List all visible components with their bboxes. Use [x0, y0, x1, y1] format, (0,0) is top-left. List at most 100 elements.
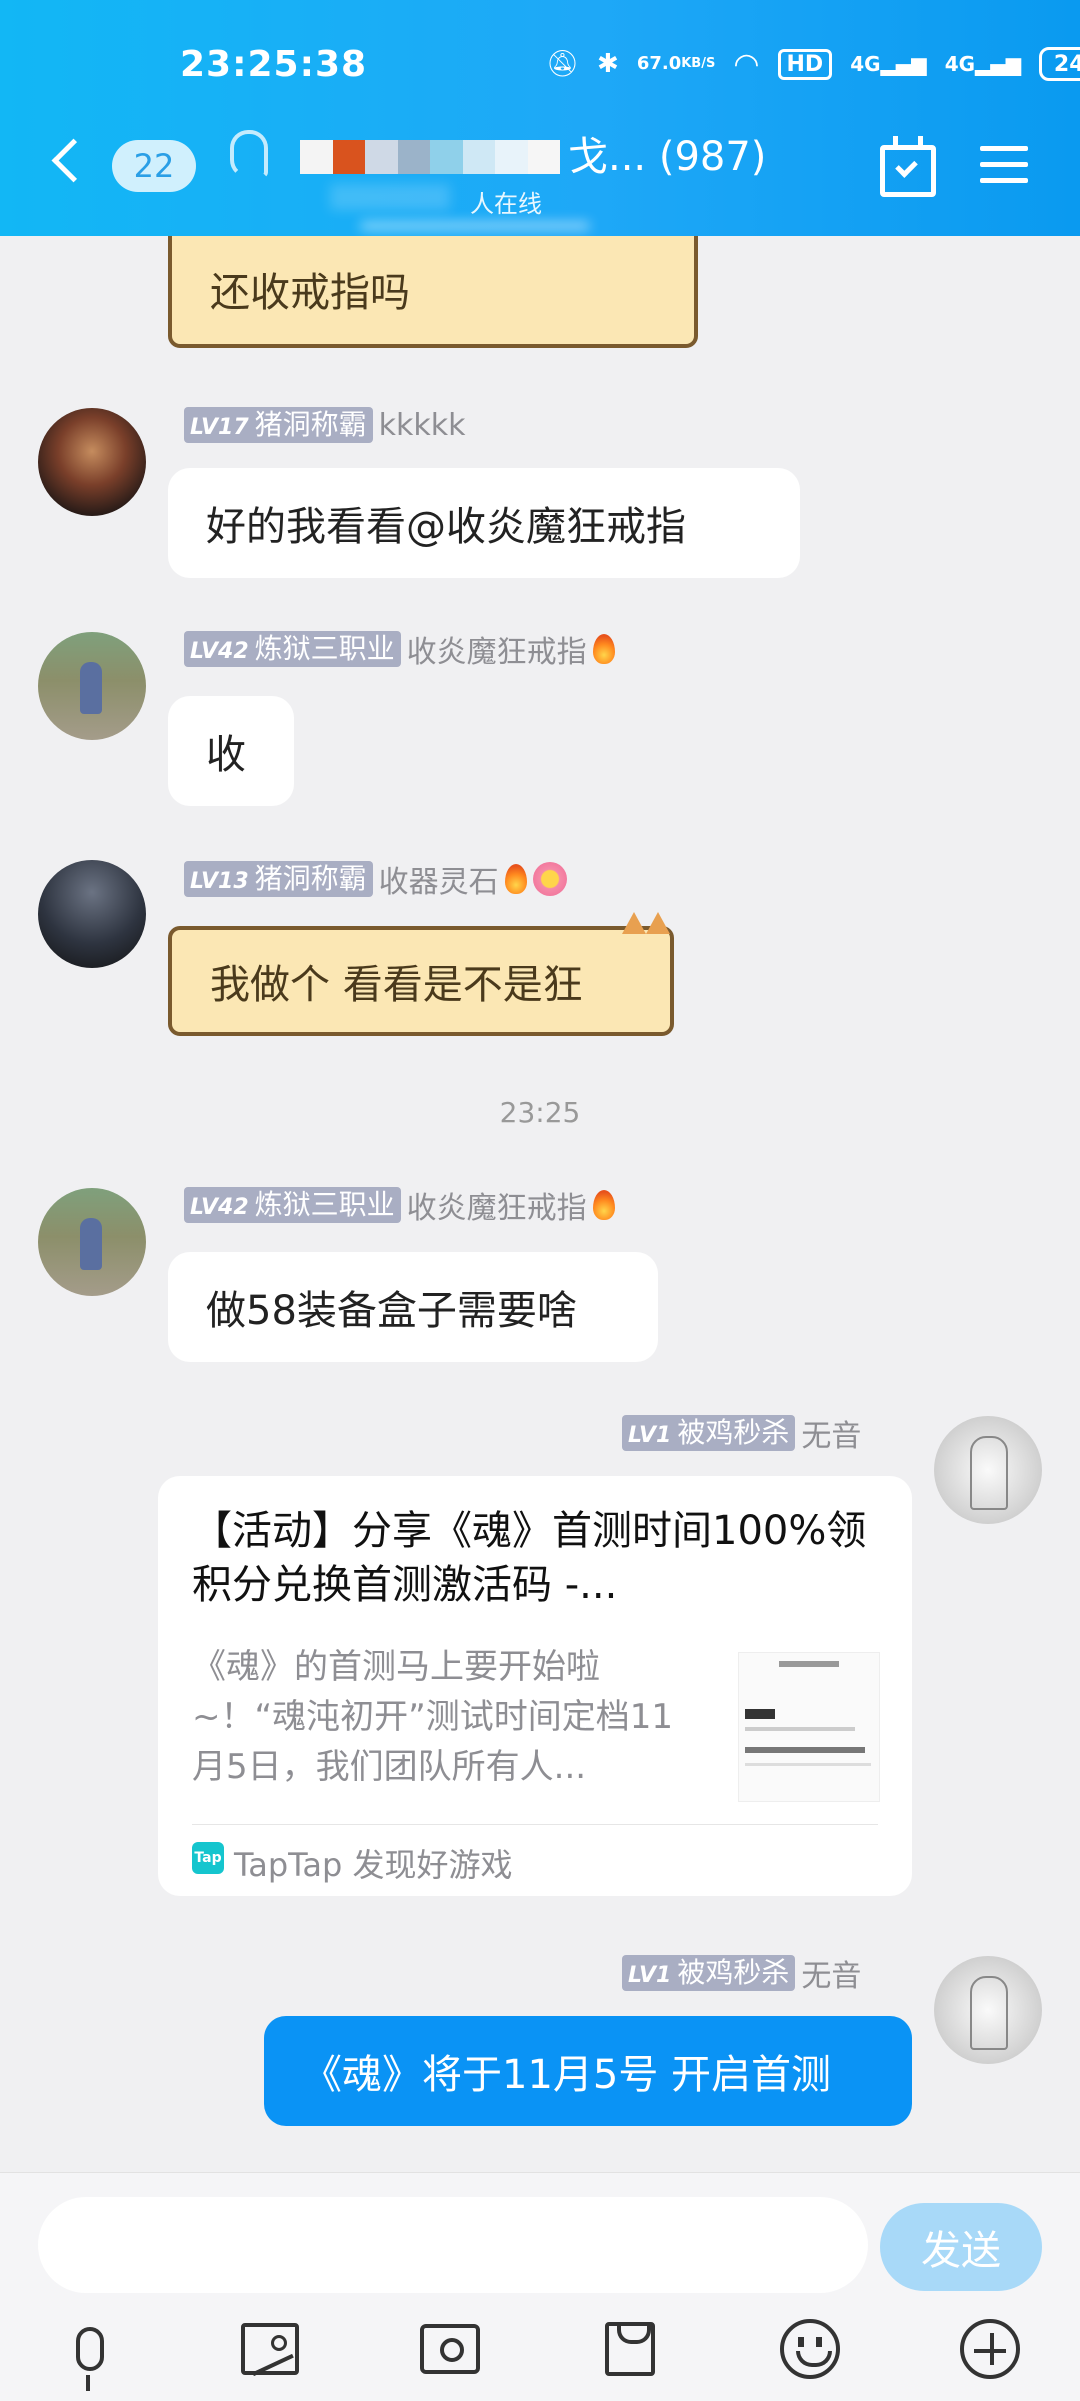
- unread-count-badge[interactable]: 22: [112, 140, 196, 192]
- message-text: 《魂》将于11月5号 开启首测: [302, 2052, 832, 2098]
- blur-seg: [527, 140, 560, 174]
- calendar-tick: [895, 155, 918, 178]
- avatar[interactable]: [38, 1188, 146, 1296]
- chat-messages[interactable]: 还收戒指吗 LV17 猪洞称霸 kkkkk 好的我看看@收炎魔狂戒指 LV42 炼狱…: [0, 236, 1080, 2172]
- status-icons: 🔕︎ ✱ 67.0 KB/S ◠ HD 4G ▂▄▆ 4G ▂▄▆ 24: [546, 44, 1080, 84]
- menu-line: [980, 178, 1028, 183]
- member-title: 无音: [801, 1959, 862, 1994]
- blur-seg: [365, 140, 398, 174]
- input-bar: 发送: [0, 2172, 1080, 2401]
- image-icon: [241, 2323, 299, 2375]
- sender-name: 猪洞称霸: [254, 408, 367, 441]
- calendar-check-icon[interactable]: [880, 136, 936, 197]
- avatar[interactable]: [934, 1416, 1042, 1524]
- chat-header: 23:25:38 🔕︎ ✱ 67.0 KB/S ◠ HD 4G ▂▄▆ 4G ▂▄▆ …: [0, 0, 1080, 236]
- avatar[interactable]: [934, 1956, 1042, 2064]
- menu-line: [980, 162, 1028, 167]
- group-name-blurred: [300, 140, 560, 174]
- thumb-line: [745, 1763, 871, 1766]
- group-title[interactable]: 戈... (987): [568, 124, 766, 182]
- level: LV42: [190, 1195, 249, 1220]
- blur-seg: [430, 140, 463, 174]
- mic-icon: [76, 2327, 104, 2391]
- blur-seg: [300, 140, 333, 174]
- thumb-line: [779, 1661, 839, 1667]
- message-bubble[interactable]: 还收戒指吗: [168, 236, 698, 348]
- share-card-thumbnail: [738, 1652, 880, 1802]
- sender-name: 炼狱三职业: [254, 632, 395, 665]
- wifi-icon: ◠: [733, 46, 760, 82]
- hd-badge: HD: [777, 48, 833, 80]
- sender-name: 被鸡秒杀: [677, 1416, 790, 1449]
- level: LV1: [628, 1423, 672, 1448]
- image-button[interactable]: [234, 2313, 306, 2385]
- network-speed-unit: KB/S: [681, 56, 716, 71]
- sender-name: 炼狱三职业: [254, 1188, 395, 1221]
- sender-name: 被鸡秒杀: [677, 1956, 790, 1989]
- thumb-line: [745, 1709, 775, 1719]
- battery-indicator: 24: [1039, 47, 1080, 81]
- member-title: 收炎魔狂戒指: [406, 1191, 587, 1226]
- more-button[interactable]: [954, 2313, 1026, 2385]
- message-text: 做58装备盒子需要啥: [206, 1288, 577, 1334]
- avatar[interactable]: [38, 860, 146, 968]
- level: LV1: [628, 1963, 672, 1988]
- level-badge: LV17 猪洞称霸: [184, 407, 373, 443]
- share-card[interactable]: 【活动】分享《魂》首测时间100%领积分兑换首测激活码 -... 《魂》的首测马…: [158, 1476, 912, 1896]
- level-badge: LV13 猪洞称霸: [184, 861, 373, 897]
- level-badge: LV1 被鸡秒杀: [622, 1415, 796, 1451]
- emoji-button[interactable]: [774, 2313, 846, 2385]
- level-badge: LV42 炼狱三职业: [184, 1187, 401, 1223]
- avatar[interactable]: [38, 408, 146, 516]
- share-card-description: 《魂》的首测马上要开始啦~！“魂沌初开”测试时间定档11月5日，我们团队所有人.…: [192, 1647, 673, 1787]
- avatar[interactable]: [38, 632, 146, 740]
- send-button[interactable]: 发送: [880, 2203, 1042, 2291]
- divider: [192, 1824, 878, 1825]
- back-icon[interactable]: [51, 138, 96, 183]
- message-bubble[interactable]: 好的我看看@收炎魔狂戒指: [168, 468, 800, 578]
- emoji-icon: [780, 2319, 840, 2379]
- camera-button[interactable]: [414, 2313, 486, 2385]
- menu-line: [980, 146, 1028, 151]
- message-bubble[interactable]: 收: [168, 696, 294, 806]
- level: LV42: [190, 639, 249, 664]
- thumb-line: [745, 1747, 865, 1753]
- flower-icon: [532, 862, 567, 896]
- sender-meta: LV13 猪洞称霸 收器灵石: [184, 860, 567, 900]
- message-bubble[interactable]: 《魂》将于11月5号 开启首测: [264, 2016, 912, 2126]
- level: LV13: [190, 869, 249, 894]
- sender-meta: LV1 被鸡秒杀 无音: [622, 1414, 862, 1454]
- ear-icon[interactable]: [230, 130, 268, 178]
- network-speed-value: 67.0: [636, 53, 682, 74]
- message-input[interactable]: [38, 2197, 868, 2293]
- level-badge: LV42 炼狱三职业: [184, 631, 401, 667]
- timestamp: 23:25: [499, 1096, 581, 1129]
- blur-seg: [462, 140, 495, 174]
- sender-meta: LV42 炼狱三职业 收炎魔狂戒指: [184, 630, 615, 670]
- member-title: 收炎魔狂戒指: [406, 635, 587, 670]
- voice-button[interactable]: [54, 2313, 126, 2391]
- message-bubble[interactable]: 我做个 看看是不是狂: [168, 912, 674, 1036]
- signal-1: 4G ▂▄▆: [850, 52, 927, 76]
- bluetooth-icon: ✱: [597, 49, 619, 79]
- red-packet-icon: [605, 2322, 655, 2376]
- menu-icon[interactable]: [980, 146, 1028, 184]
- message-text: 还收戒指吗: [210, 270, 410, 316]
- blur-seg: [495, 140, 528, 174]
- cat-ears-decoration: [616, 912, 676, 942]
- online-count-blurred: [330, 184, 450, 210]
- mute-icon: 🔕︎: [546, 49, 580, 79]
- share-card-title: 【活动】分享《魂》首测时间100%领积分兑换首测激活码 -...: [192, 1508, 867, 1608]
- member-title: kkkkk: [378, 407, 466, 443]
- message-text: 好的我看看@收炎魔狂戒指: [206, 504, 686, 550]
- signal-2-label: 4G: [944, 52, 976, 76]
- taptap-icon: Tap: [192, 1842, 224, 1874]
- member-title: 无音: [801, 1419, 862, 1454]
- message-bubble[interactable]: 做58装备盒子需要啥: [168, 1252, 658, 1362]
- red-packet-button[interactable]: [594, 2313, 666, 2385]
- thumb-line: [745, 1727, 855, 1731]
- network-speed: 67.0 KB/S: [637, 55, 716, 73]
- member-title: 收器灵石: [378, 865, 499, 900]
- share-card-source: TapTap 发现好游戏: [234, 1846, 513, 1884]
- status-time: 23:25:38: [180, 44, 368, 85]
